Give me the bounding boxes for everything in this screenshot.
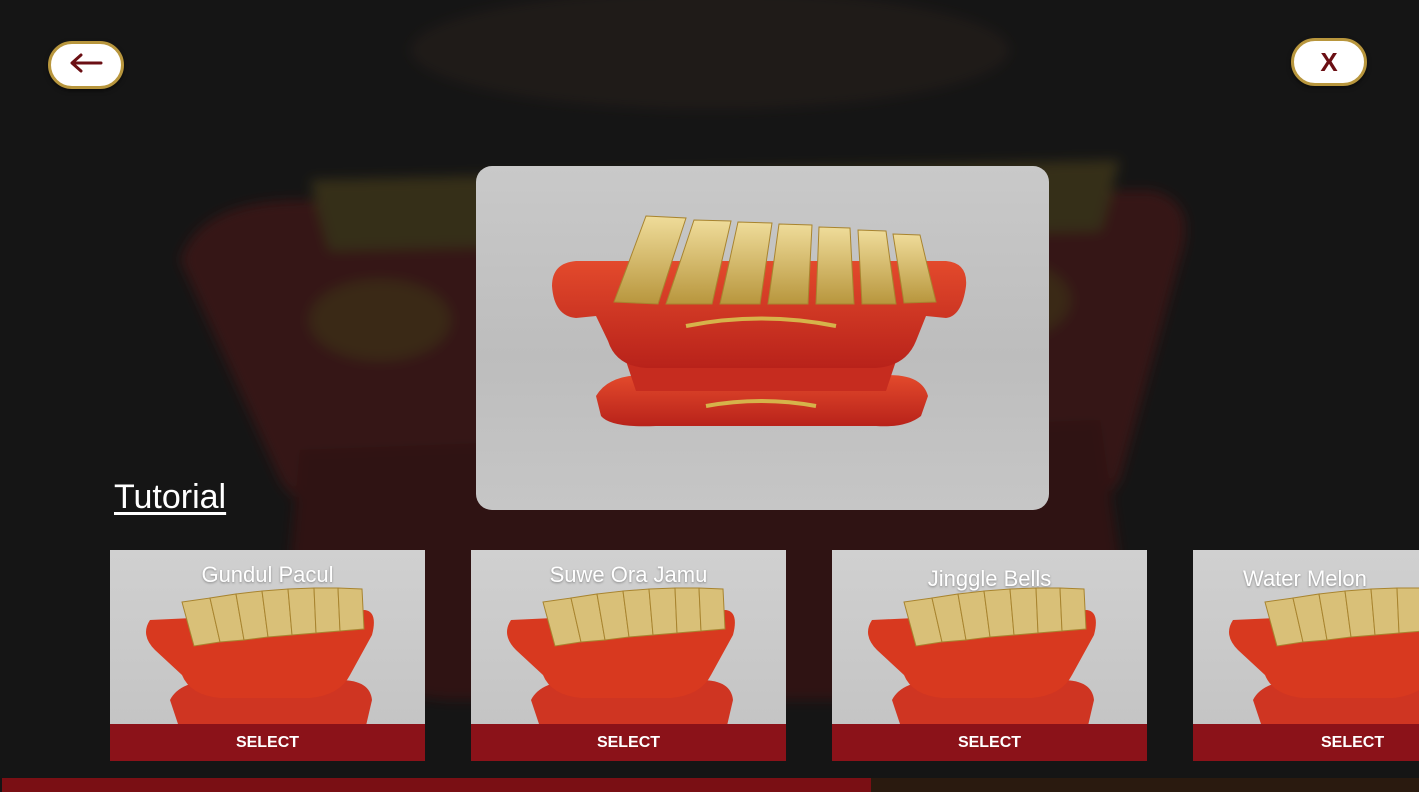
select-button[interactable]: SELECT (1193, 724, 1419, 761)
song-card-water-melon[interactable]: Water Melon SELECT (1193, 550, 1419, 761)
song-card-gundul-pacul[interactable]: Gundul Pacul SELECT (110, 550, 425, 761)
tutorial-link[interactable]: Tutorial (114, 478, 226, 517)
close-button[interactable]: X (1291, 38, 1367, 86)
instrument-thumbnail (146, 587, 374, 730)
instrument-thumbnail (868, 587, 1096, 730)
song-card-suwe-ora-jamu[interactable]: Suwe Ora Jamu SELECT (471, 550, 786, 761)
song-card-jinggle-bells[interactable]: Jinggle Bells SELECT (832, 550, 1147, 761)
bottom-bar-left (2, 778, 871, 792)
bottom-bar-right (871, 778, 1419, 792)
back-button[interactable] (48, 41, 124, 89)
close-icon: X (1320, 47, 1338, 77)
instrument-thumbnail (507, 587, 735, 730)
arrow-left-icon (68, 52, 104, 79)
select-button[interactable]: SELECT (832, 724, 1147, 761)
select-button[interactable]: SELECT (471, 724, 786, 761)
instrument-preview-image (476, 166, 1049, 510)
select-button[interactable]: SELECT (110, 724, 425, 761)
instrument-thumbnail (1229, 587, 1419, 730)
